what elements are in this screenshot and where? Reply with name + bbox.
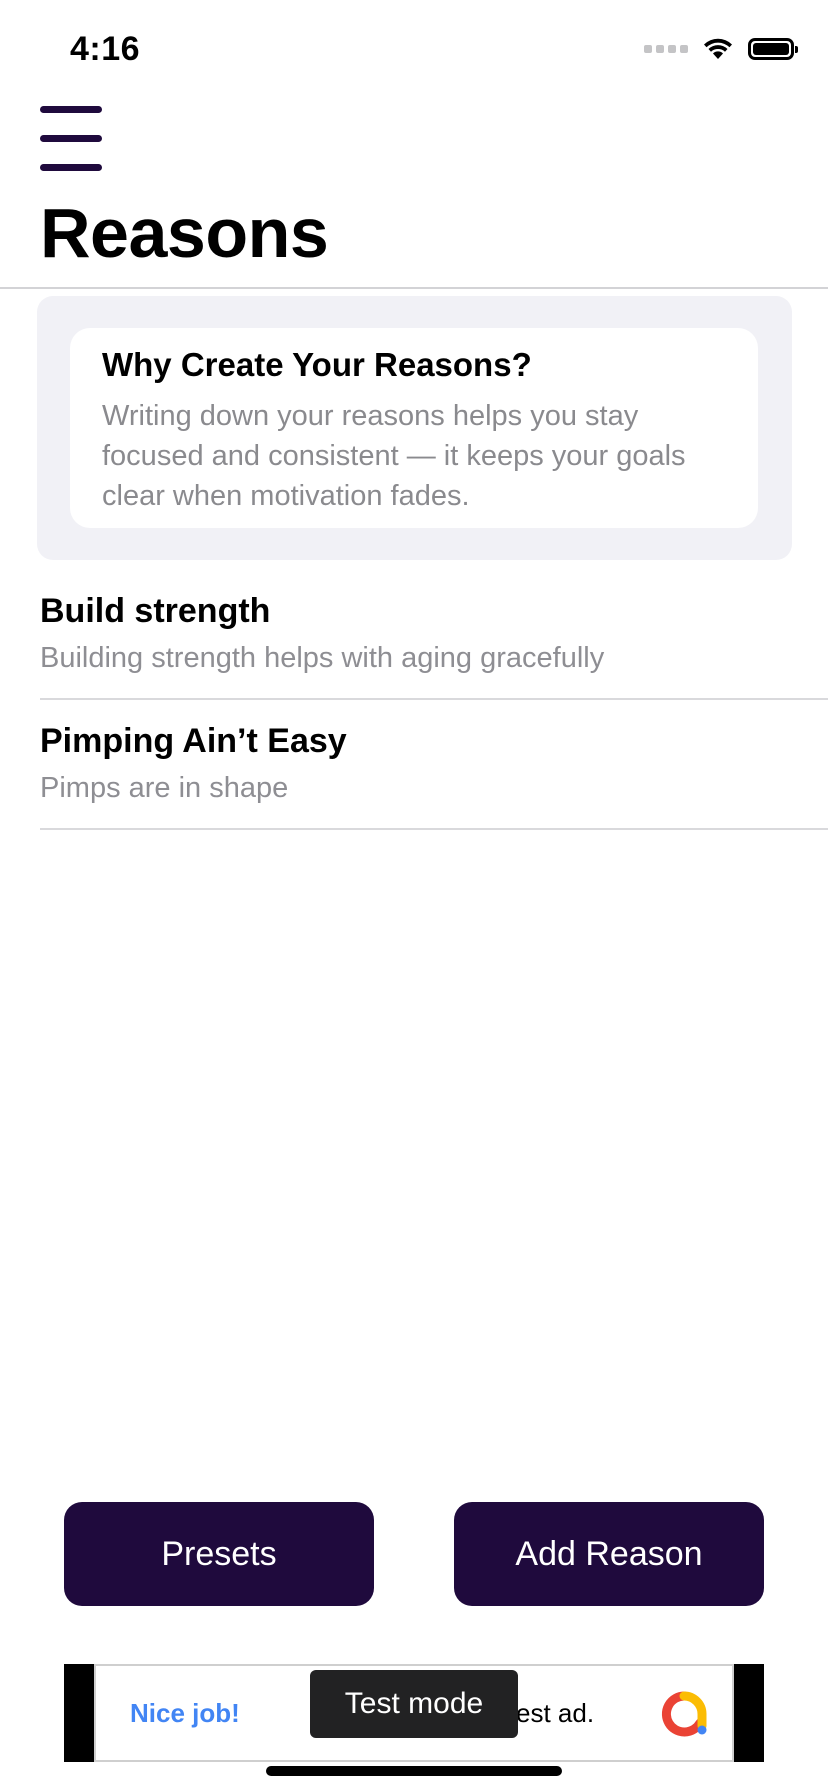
reason-subtitle: Pimps are in shape — [40, 772, 289, 804]
reason-title: Pimping Ain’t Easy — [40, 722, 347, 760]
status-icons — [644, 36, 798, 62]
wifi-icon — [704, 38, 732, 59]
list-item[interactable]: Build strength Building strength helps w… — [40, 570, 828, 700]
status-time: 4:16 — [70, 30, 141, 68]
battery-icon — [748, 38, 798, 60]
test-mode-label: Test mode — [310, 1670, 518, 1738]
info-card: Why Create Your Reasons? Writing down yo… — [70, 328, 758, 528]
info-section: Why Create Your Reasons? Writing down yo… — [37, 296, 792, 560]
cellular-signal-icon — [644, 45, 688, 53]
home-indicator — [266, 1766, 562, 1776]
add-reason-button[interactable]: Add Reason — [454, 1502, 764, 1606]
ad-description: est ad. — [516, 1698, 595, 1728]
reason-subtitle: Building strength helps with aging grace… — [40, 642, 605, 674]
info-card-title: Why Create Your Reasons? — [102, 346, 532, 383]
reasons-list: Build strength Building strength helps w… — [40, 570, 828, 830]
info-card-body: Writing down your reasons helps you stay… — [102, 400, 686, 512]
hamburger-menu-icon[interactable] — [40, 106, 104, 172]
adsense-logo-icon — [661, 1691, 707, 1737]
header-divider — [0, 287, 828, 289]
presets-button[interactable]: Presets — [64, 1502, 374, 1606]
list-item[interactable]: Pimping Ain’t Easy Pimps are in shape — [40, 700, 828, 830]
ad-headline[interactable]: Nice job! — [130, 1698, 240, 1729]
reason-title: Build strength — [40, 592, 271, 630]
page-title: Reasons — [40, 194, 329, 272]
